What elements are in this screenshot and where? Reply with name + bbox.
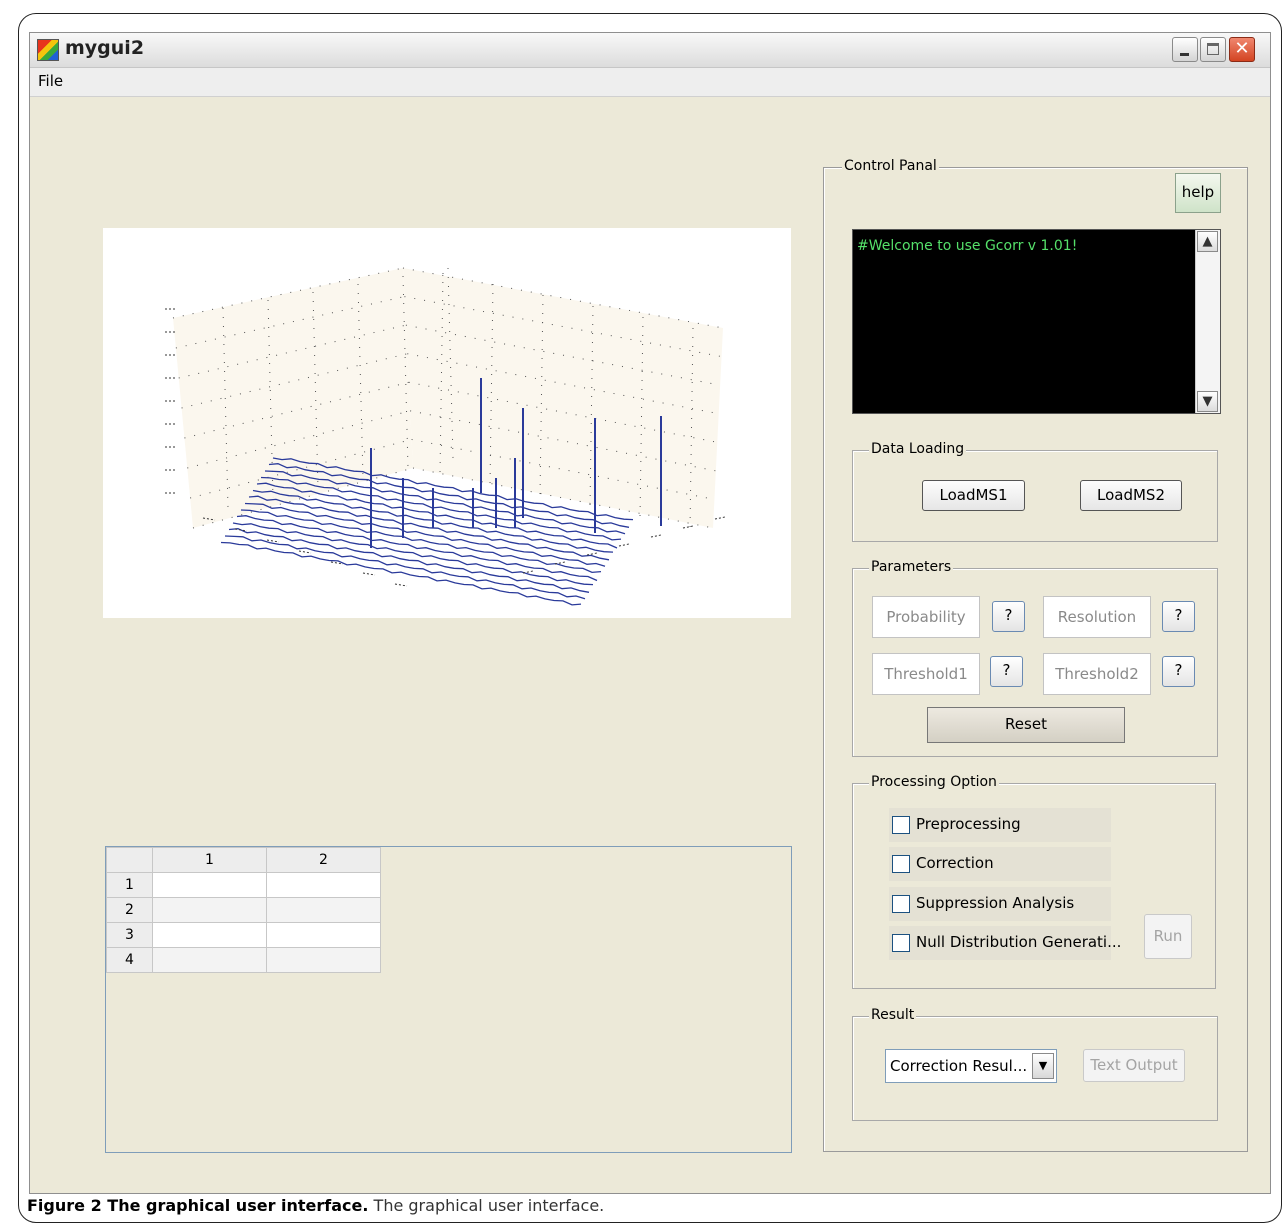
close-button[interactable]: ✕ [1229,37,1255,62]
scroll-down-button[interactable]: ▼ [1197,391,1218,412]
figure-caption: Figure 2 The graphical user interface. T… [27,1196,604,1215]
preprocessing-label: Preprocessing [916,815,1021,833]
axis-tick [682,525,694,529]
null-distribution-option[interactable]: Null Distribution Generati... [889,926,1121,960]
suppression-analysis-label: Suppression Analysis [916,894,1075,912]
menu-bar: File [30,68,1270,97]
load-ms1-button[interactable]: LoadMS1 [922,480,1025,511]
table-cell[interactable] [152,947,267,973]
table-cell[interactable] [152,922,267,948]
null-distribution-checkbox[interactable] [892,934,910,952]
axis-tick [266,539,280,543]
table-cell[interactable] [152,897,267,923]
table-row: 3 [106,922,381,948]
table-row: 4 [106,947,381,973]
minimize-button[interactable] [1172,37,1198,62]
scroll-up-button[interactable]: ▲ [1197,231,1218,252]
data-loading-group: Data Loading LoadMS1 LoadMS2 [852,441,1218,542]
data-table: 1 2 1 2 3 4 [106,847,381,973]
figure-frame: mygui2 ✕ File 1 2 1 2 3 4 Control Panal … [18,13,1282,1223]
axis-tick [586,552,598,556]
probability-field[interactable]: Probability [872,596,980,638]
null-distribution-label: Null Distribution Generati... [916,933,1122,951]
preprocessing-checkbox[interactable] [892,816,910,834]
caption-text: The graphical user interface. [368,1196,605,1215]
result-select[interactable]: Correction Resul... ▼ [885,1049,1057,1083]
correction-option[interactable]: Correction [889,847,1111,881]
correction-checkbox[interactable] [892,855,910,873]
data-loading-legend: Data Loading [869,441,967,457]
window-title: mygui2 [65,37,145,59]
reset-button[interactable]: Reset [927,707,1125,743]
result-group: Result Correction Resul... ▼ Text Output [852,1007,1218,1121]
threshold1-field[interactable]: Threshold1 [872,653,980,695]
client-area: 1 2 1 2 3 4 Control Panal help #Welcome … [30,97,1270,1193]
table-header-row: 1 2 [106,847,381,873]
help-button[interactable]: help [1175,173,1221,213]
maximize-button[interactable] [1200,37,1226,62]
processing-option-group: Processing Option Preprocessing Correcti… [852,774,1216,989]
table-cell[interactable] [266,947,381,973]
threshold2-help-button[interactable]: ? [1162,656,1195,687]
caption-title: Figure 2 The graphical user interface. [27,1196,369,1215]
resolution-help-button[interactable]: ? [1162,601,1195,632]
correction-label: Correction [916,854,994,872]
threshold1-help-button[interactable]: ? [990,656,1023,687]
close-icon: ✕ [1234,38,1250,59]
plot-3d-svg [165,267,726,606]
table-cell[interactable] [266,872,381,898]
row-header[interactable]: 1 [106,872,153,898]
column-header[interactable]: 1 [152,847,267,873]
table-corner [106,847,153,873]
parameters-legend: Parameters [869,559,954,575]
axis-tick [394,583,408,587]
app-icon [37,39,59,61]
row-header[interactable]: 3 [106,922,153,948]
menu-file[interactable]: File [38,72,63,90]
result-select-value: Correction Resul... [890,1057,1028,1075]
chevron-down-icon: ▼ [1202,394,1213,409]
axis-tick [650,534,662,538]
axis-tick [554,561,566,565]
row-header[interactable]: 4 [106,947,153,973]
app-window: mygui2 ✕ File 1 2 1 2 3 4 Control Panal … [29,32,1271,1194]
title-bar[interactable]: mygui2 ✕ [30,33,1270,68]
control-panel-legend: Control Panal [842,158,939,174]
axis-tick [298,550,312,554]
axis-tick [618,543,630,547]
chevron-up-icon: ▲ [1202,234,1213,249]
axis-tick [714,516,726,520]
threshold2-field[interactable]: Threshold2 [1043,653,1151,695]
preprocessing-option[interactable]: Preprocessing [889,808,1111,842]
row-header[interactable]: 2 [106,897,153,923]
data-table-panel: 1 2 1 2 3 4 [105,846,792,1153]
table-row: 1 [106,872,381,898]
table-row: 2 [106,897,381,923]
probability-help-button[interactable]: ? [992,601,1025,632]
control-panel: Control Panal help #Welcome to use Gcorr… [823,158,1248,1152]
axis-tick [362,572,376,576]
result-legend: Result [869,1007,917,1023]
suppression-analysis-checkbox[interactable] [892,895,910,913]
axis-tick [522,570,534,574]
load-ms2-button[interactable]: LoadMS2 [1080,480,1182,511]
processing-option-legend: Processing Option [869,774,999,790]
minimize-icon [1180,53,1189,56]
parameters-group: Parameters Probability ? Resolution ? Th… [852,559,1218,757]
maximize-icon [1207,43,1219,55]
text-output-button[interactable]: Text Output [1083,1049,1185,1082]
console-text: #Welcome to use Gcorr v 1.01! [857,238,1078,254]
column-header[interactable]: 2 [266,847,381,873]
chevron-down-icon[interactable]: ▼ [1032,1053,1054,1079]
plot-back-right-pane [403,268,723,528]
resolution-field[interactable]: Resolution [1043,596,1151,638]
table-cell[interactable] [152,872,267,898]
run-button[interactable]: Run [1144,914,1192,959]
spectrum-plot [103,228,791,618]
table-cell[interactable] [266,897,381,923]
table-cell[interactable] [266,922,381,948]
suppression-analysis-option[interactable]: Suppression Analysis [889,887,1111,921]
console-scrollbar[interactable]: ▲ ▼ [1195,230,1220,413]
console-output[interactable]: #Welcome to use Gcorr v 1.01! ▲ ▼ [852,229,1221,414]
